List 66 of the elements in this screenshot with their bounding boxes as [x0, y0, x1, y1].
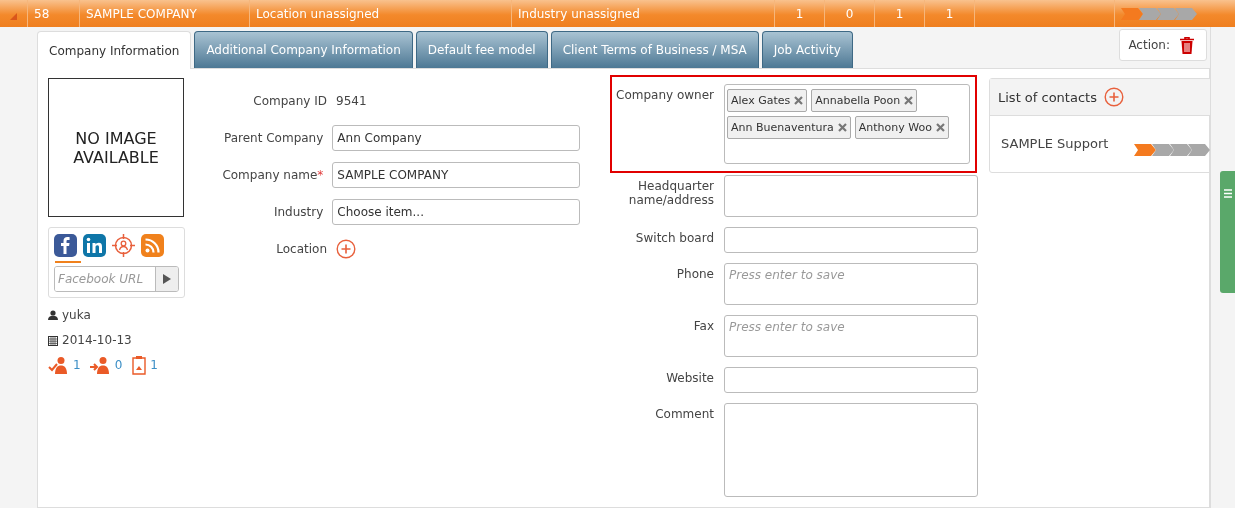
- owner-tag[interactable]: Annabella Poon: [811, 89, 918, 112]
- play-icon: [163, 274, 171, 284]
- field-label: Company name*: [221, 168, 324, 182]
- field-label: Company ID: [252, 94, 327, 108]
- user-icon: [48, 310, 58, 320]
- url-input-group[interactable]: Facebook URL: [54, 266, 179, 292]
- linkedin-icon[interactable]: [83, 234, 106, 257]
- remove-icon[interactable]: [904, 96, 914, 105]
- field-label: Parent Company: [223, 131, 324, 145]
- industry-text: Industry unassigned: [518, 6, 640, 21]
- count-text: 1: [795, 6, 804, 21]
- owner-field[interactable]: Alex Gates Annabella Poon Ann Buenaventura Anthony Woo: [724, 84, 970, 164]
- owner-tag[interactable]: Anthony Woo: [854, 116, 949, 139]
- text-field[interactable]: [724, 403, 978, 497]
- text-field[interactable]: SAMPLE COMPANY: [332, 162, 580, 188]
- company-name-text: SAMPLE COMPANY: [86, 6, 197, 21]
- text-field[interactable]: Press enter to save: [724, 263, 978, 305]
- add-icon[interactable]: [336, 239, 356, 259]
- field-label: Company owner: [616, 87, 714, 102]
- calendar-icon: [48, 334, 58, 346]
- document-icon[interactable]: [131, 355, 148, 375]
- count-text: 1: [895, 6, 904, 21]
- trash-icon[interactable]: [1180, 36, 1194, 54]
- side-panel-tab[interactable]: [1220, 171, 1235, 293]
- field-label: Website: [665, 370, 714, 385]
- submit-button[interactable]: [155, 267, 178, 291]
- tab[interactable]: Company Information: [37, 31, 192, 69]
- rss-icon[interactable]: [141, 234, 164, 257]
- select-field[interactable]: Choose item...: [332, 199, 580, 225]
- add-icon[interactable]: [1103, 87, 1124, 107]
- field-label: Headquarter name/address: [627, 178, 714, 207]
- list-icon: [1223, 189, 1232, 198]
- person-arrow-icon[interactable]: [89, 356, 112, 374]
- field-label: Phone: [675, 266, 714, 281]
- date-text: 2014-10-13: [62, 333, 132, 347]
- contact-name[interactable]: SAMPLE Support: [1001, 136, 1109, 151]
- no-image-text: NO IMAGE AVAILABLE: [72, 128, 160, 167]
- count-text: 1: [73, 358, 81, 372]
- count-text: 0: [114, 358, 123, 372]
- field-label: Fax: [692, 318, 714, 333]
- field-label: Location: [275, 242, 327, 256]
- text-field[interactable]: Press enter to save: [724, 315, 978, 357]
- remove-icon[interactable]: [837, 123, 847, 132]
- count-text: 1: [945, 6, 954, 21]
- person-check-icon[interactable]: [48, 356, 70, 374]
- text-field[interactable]: Ann Company: [332, 125, 580, 151]
- contacts-title: List of contacts: [998, 89, 1097, 105]
- record-id: 58: [34, 6, 50, 21]
- location-text: Location unassigned: [256, 6, 380, 21]
- action-label: Action:: [1128, 38, 1170, 52]
- facebook-icon[interactable]: [54, 234, 77, 257]
- remove-icon[interactable]: [935, 123, 945, 132]
- owner-tag[interactable]: Ann Buenaventura: [727, 116, 851, 139]
- text-field[interactable]: [724, 367, 978, 393]
- count-text: 1: [150, 358, 158, 372]
- user-name: yuka: [62, 308, 91, 322]
- text-field[interactable]: [724, 175, 978, 217]
- remove-icon[interactable]: [794, 96, 804, 105]
- field-value: 9541: [336, 94, 367, 108]
- field-label: Comment: [654, 406, 714, 421]
- field-label: Industry: [272, 205, 324, 219]
- text-field[interactable]: [724, 227, 978, 253]
- target-person-icon[interactable]: [112, 234, 135, 257]
- owner-tag[interactable]: Alex Gates: [727, 89, 808, 112]
- count-text: 0: [845, 6, 854, 21]
- field-label: Switch board: [634, 230, 714, 245]
